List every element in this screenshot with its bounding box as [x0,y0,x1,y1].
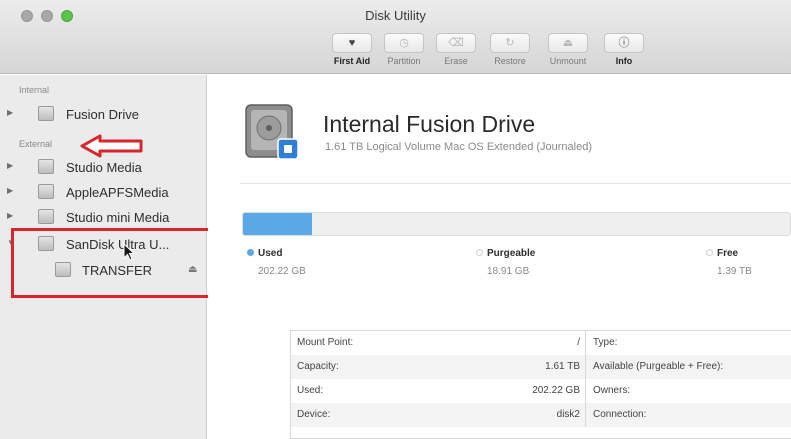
mount-point-value: / [577,337,580,348]
used-label: Used [258,248,283,259]
info-label: Info [615,56,633,66]
disclosure-triangle-icon[interactable]: ▶ [7,186,13,195]
disclosure-triangle-icon[interactable]: ▶ [7,108,13,117]
column-divider [585,379,586,403]
first-aid-button[interactable]: ♥ First Aid [328,33,376,71]
partition-label: Partition [387,56,421,66]
storage-usage-bar [242,212,791,236]
available-key: Available (Purgeable + Free): [593,361,724,372]
external-drive-icon [38,184,54,199]
sidebar-item-studio-mini-media[interactable]: ▶ Studio mini Media [0,206,206,228]
table-row: Device: disk2 Connection: [291,403,791,427]
info-button[interactable]: ⓘ Info [600,33,648,71]
column-divider [585,355,586,379]
purgeable-value: 18.91 GB [487,266,530,277]
fusion-drive-icon [245,104,299,160]
external-section-header: External [19,139,53,149]
unmount-button[interactable]: ⏏ Unmount [544,33,592,71]
sidebar-item-fusion-drive[interactable]: ▶ Fusion Drive [0,103,206,125]
sidebar-item-appleapfsmedia[interactable]: ▶ AppleAPFSMedia [0,181,206,203]
device-key: Device: [297,409,331,420]
legend-purgeable: Purgeable 18.91 GB [476,248,535,277]
free-color-dot [706,249,713,256]
first-aid-label: First Aid [333,56,371,66]
mount-point-key: Mount Point: [297,337,354,348]
partition-button[interactable]: ◷ Partition [380,33,428,71]
annotation-arrow [80,134,143,158]
sidebar-item-label: Studio Media [66,160,142,175]
erase-button[interactable]: ⌫ Erase [432,33,480,71]
disk-title: Internal Fusion Drive [323,111,536,137]
used-key: Used: [297,385,324,396]
internal-section-header: Internal [19,85,50,95]
title-bar: Disk Utility ♥ First Aid ◷ Partition ⌫ E… [0,0,791,74]
legend-free: Free 1.39 TB [706,248,752,277]
hard-drive-icon [38,106,54,121]
erase-icon: ⌫ [436,33,476,53]
table-row: Capacity: 1.61 TB Available (Purgeable +… [291,355,791,379]
stethoscope-icon: ♥ [332,33,372,53]
disk-subtitle: 1.61 TB Logical Volume Mac OS Extended (… [325,141,593,153]
column-divider [585,331,586,355]
restore-label: Restore [494,56,526,66]
sidebar-item-label: Fusion Drive [66,107,139,122]
sidebar-item-studio-media[interactable]: ▶ Studio Media [0,156,206,178]
owners-key: Owners: [593,385,631,396]
used-segment [243,213,312,235]
disclosure-triangle-icon[interactable]: ▶ [7,211,13,220]
sidebar-item-label: AppleAPFSMedia [66,185,169,200]
capacity-value: 1.61 TB [545,361,580,372]
partition-icon: ◷ [384,33,424,53]
connection-key: Connection: [593,409,647,420]
used-value: 202.22 GB [258,266,306,277]
table-row: Mount Point: / Type: [291,331,791,355]
external-drive-icon [38,159,54,174]
free-value: 1.39 TB [717,266,752,277]
column-divider [585,403,586,427]
free-label: Free [717,248,739,259]
legend-used: Used 202.22 GB [247,248,306,277]
annotation-highlight-box [11,228,226,298]
info-table: Mount Point: / Type: Capacity: 1.61 TB A… [290,330,791,439]
capacity-key: Capacity: [297,361,339,372]
used-color-dot [247,249,254,256]
external-drive-icon [38,209,54,224]
disclosure-triangle-icon[interactable]: ▶ [7,161,13,170]
window-title: Disk Utility [365,8,426,23]
sidebar-item-label: Studio mini Media [66,210,170,225]
header-divider [240,183,791,184]
type-key: Type: [593,337,618,348]
device-value: disk2 [556,409,580,420]
restore-button[interactable]: ↻ Restore [486,33,534,71]
purgeable-color-dot [476,249,483,256]
restore-icon: ↻ [490,33,530,53]
info-icon: ⓘ [604,33,644,53]
mouse-cursor-icon [123,243,135,261]
purgeable-label: Purgeable [487,248,536,259]
used-info-value: 202.22 GB [532,385,580,396]
unmount-icon: ⏏ [548,33,588,53]
unmount-label: Unmount [549,56,587,66]
erase-label: Erase [444,56,468,66]
table-row: Used: 202.22 GB Owners: [291,379,791,403]
